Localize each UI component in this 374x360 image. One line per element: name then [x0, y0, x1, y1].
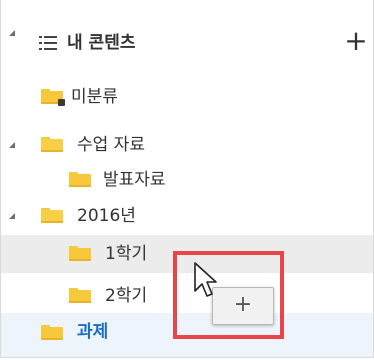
tree-item-uncategorized[interactable]: 미분류 [1, 78, 373, 116]
tree-item-2016[interactable]: 2016년 [1, 197, 373, 235]
tree-item-label: 2016년 [77, 206, 136, 226]
tree-item-presentations[interactable]: 발표자료 [1, 161, 373, 199]
folder-icon [69, 288, 91, 303]
list-icon [39, 35, 57, 51]
add-content-button[interactable]: + [343, 27, 369, 55]
folder-icon [69, 172, 91, 187]
tree-item-label: 과제 [77, 322, 109, 342]
tree-item-label: 발표자료 [103, 170, 166, 190]
tree-item-label: 2학기 [105, 286, 148, 306]
tree-root-header: 내 콘텐츠 + [1, 0, 373, 84]
drag-add-tooltip: + [212, 287, 274, 325]
tree-item-label: 수업 자료 [77, 135, 145, 155]
expander-icon[interactable] [7, 197, 17, 235]
folder-icon [69, 246, 91, 261]
expander-icon[interactable] [7, 126, 17, 164]
folder-lock-icon [41, 89, 65, 106]
root-expander-icon[interactable] [7, 0, 17, 38]
tree-item-label: 미분류 [71, 87, 118, 107]
mouse-pointer-icon [194, 262, 217, 297]
content-tree-panel: 내 콘텐츠 + 미분류 수업 자료 발표자료 2016년 1학기 2학기 과제 … [0, 0, 374, 358]
tree-item-class-materials[interactable]: 수업 자료 [1, 126, 373, 164]
folder-icon [41, 325, 63, 340]
tree-item-label: 1학기 [105, 244, 148, 264]
folder-open-icon [41, 137, 63, 152]
folder-open-icon [41, 208, 63, 223]
tree-root-label[interactable]: 내 콘텐츠 [67, 24, 135, 62]
